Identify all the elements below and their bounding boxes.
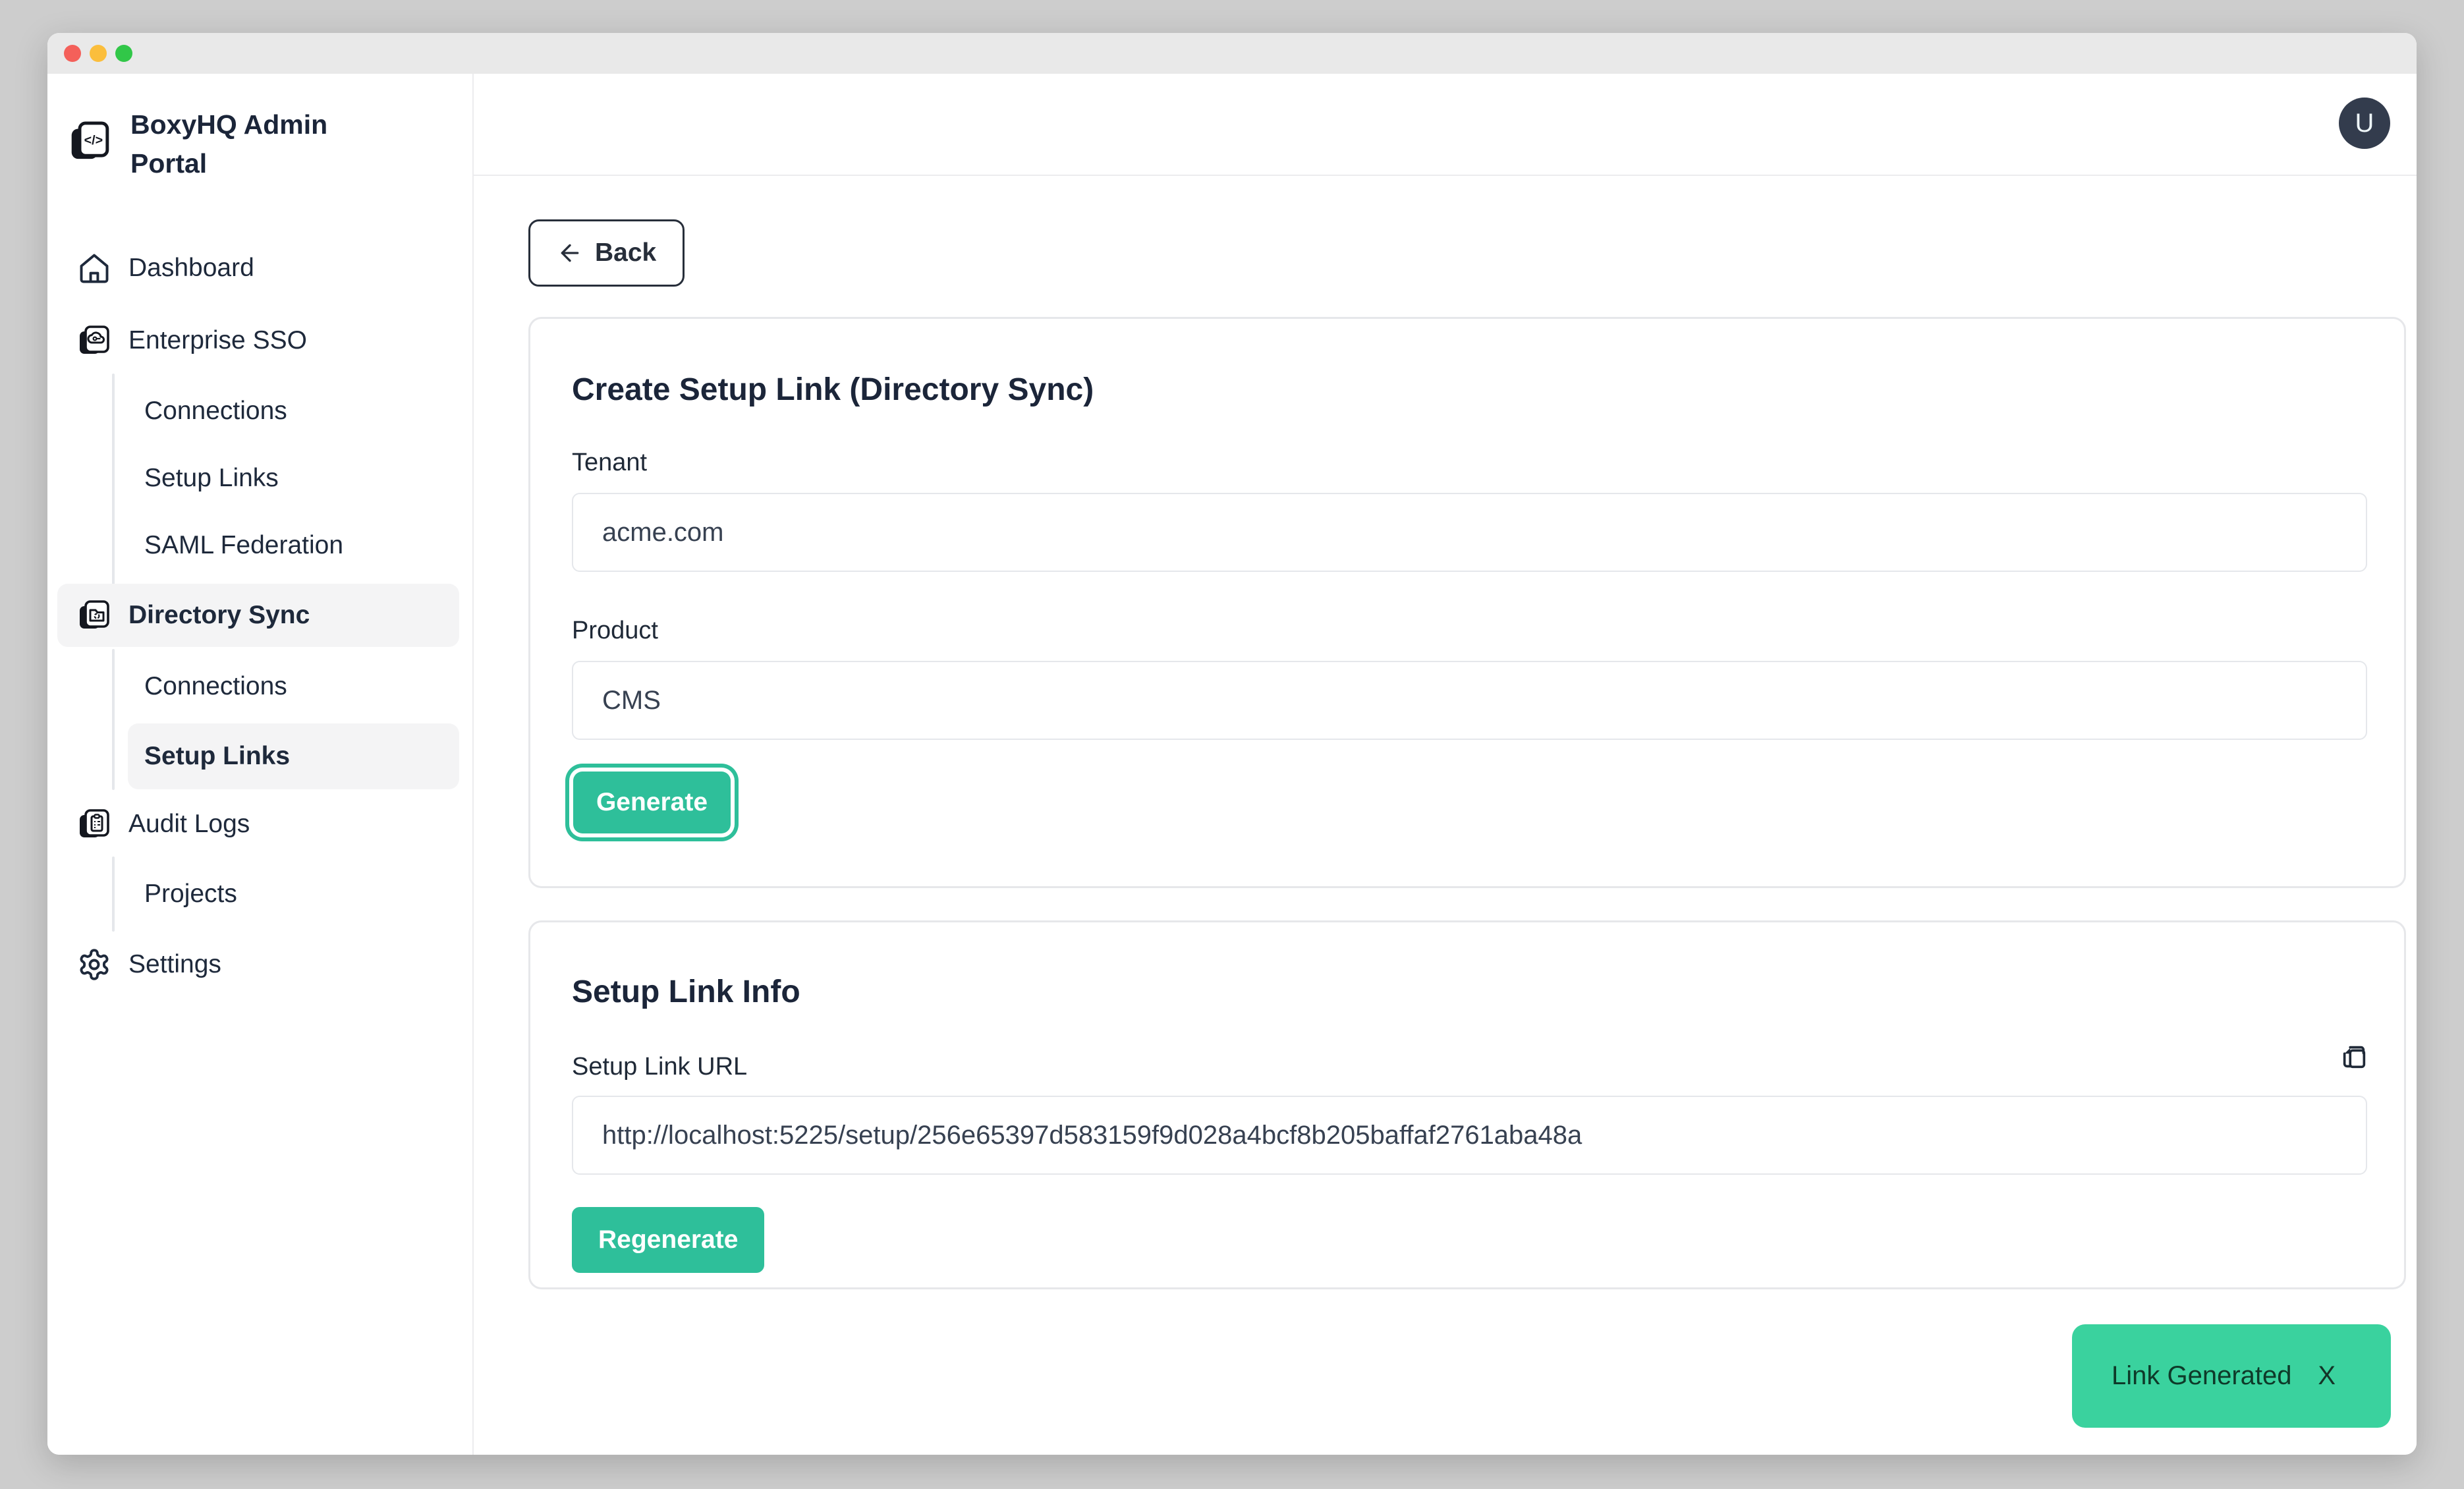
sidebar-item-label: Audit Logs (128, 810, 250, 839)
subnav-line (112, 374, 115, 586)
sidebar-item-ds-setup-links[interactable]: Setup Links (128, 723, 459, 789)
minimize-window-button[interactable] (90, 45, 107, 62)
app-title: BoxyHQ Admin Portal (130, 105, 341, 184)
sidebar-item-label: Settings (128, 950, 221, 979)
sidebar-item-projects[interactable]: Projects (128, 861, 459, 927)
main-content: U Back Create Setup Link (Directory Sync… (474, 74, 2417, 1455)
product-label: Product (572, 617, 658, 645)
tenant-input[interactable] (572, 493, 2367, 572)
sidebar-item-label: Dashboard (128, 254, 254, 283)
sidebar-item-settings[interactable]: Settings (57, 933, 459, 996)
setup-link-url-label: Setup Link URL (572, 1053, 747, 1081)
sidebar-item-saml-federation[interactable]: SAML Federation (128, 513, 459, 578)
create-setup-link-card: Create Setup Link (Directory Sync) Tenan… (528, 317, 2406, 888)
sidebar-item-enterprise-sso[interactable]: Enterprise SSO (57, 309, 459, 372)
sidebar-item-label: Connections (144, 397, 287, 426)
sidebar-item-label: SAML Federation (144, 531, 343, 560)
sidebar-item-label: Setup Links (144, 742, 290, 771)
directory-sync-icon (77, 598, 111, 632)
toast-close-button[interactable]: X (2318, 1361, 2336, 1391)
audit-logs-icon (77, 807, 111, 841)
close-window-button[interactable] (64, 45, 81, 62)
home-icon (77, 251, 111, 285)
product-input[interactable] (572, 661, 2367, 740)
tenant-label: Tenant (572, 449, 647, 477)
sidebar-item-ds-connections[interactable]: Connections (128, 654, 459, 719)
back-button[interactable]: Back (528, 219, 685, 287)
svg-text:</>: </> (84, 133, 103, 148)
sidebar-item-label: Directory Sync (128, 601, 310, 630)
boxyhq-logo-icon: </> (69, 120, 111, 162)
subnav-line (112, 857, 115, 932)
gear-icon (77, 947, 111, 982)
sidebar-item-directory-sync[interactable]: Directory Sync (57, 584, 459, 647)
sidebar-item-audit-logs[interactable]: Audit Logs (57, 793, 459, 856)
card-title: Setup Link Info (572, 974, 800, 1010)
sidebar-item-label: Connections (144, 672, 287, 701)
back-button-label: Back (595, 239, 656, 267)
regenerate-button[interactable]: Regenerate (572, 1207, 764, 1273)
avatar[interactable]: U (2339, 98, 2390, 149)
setup-link-url-input[interactable] (572, 1096, 2367, 1175)
top-bar: U (474, 74, 2417, 176)
maximize-window-button[interactable] (115, 45, 132, 62)
sidebar-item-label: Setup Links (144, 464, 279, 493)
sidebar-item-sso-setup-links[interactable]: Setup Links (128, 445, 459, 511)
generate-button[interactable]: Generate (573, 772, 731, 833)
app-window: </> BoxyHQ Admin Portal Dashboard (47, 33, 2417, 1455)
copy-button[interactable] (2338, 1041, 2370, 1073)
sidebar-item-label: Enterprise SSO (128, 326, 307, 355)
toast-link-generated: Link Generated X (2072, 1324, 2391, 1428)
sidebar-item-sso-connections[interactable]: Connections (128, 378, 459, 444)
sidebar: </> BoxyHQ Admin Portal Dashboard (47, 74, 474, 1455)
toast-message: Link Generated (2112, 1361, 2292, 1391)
window-titlebar (47, 33, 2417, 74)
enterprise-sso-icon (77, 323, 111, 358)
setup-link-info-card: Setup Link Info Setup Link URL Regenerat… (528, 920, 2406, 1289)
subnav-line (112, 649, 115, 790)
copy-icon (2339, 1042, 2369, 1072)
avatar-initial: U (2355, 109, 2374, 138)
sidebar-item-label: Projects (144, 880, 237, 909)
sidebar-item-dashboard[interactable]: Dashboard (57, 237, 459, 300)
arrow-left-icon (557, 240, 583, 266)
card-title: Create Setup Link (Directory Sync) (572, 372, 1094, 408)
